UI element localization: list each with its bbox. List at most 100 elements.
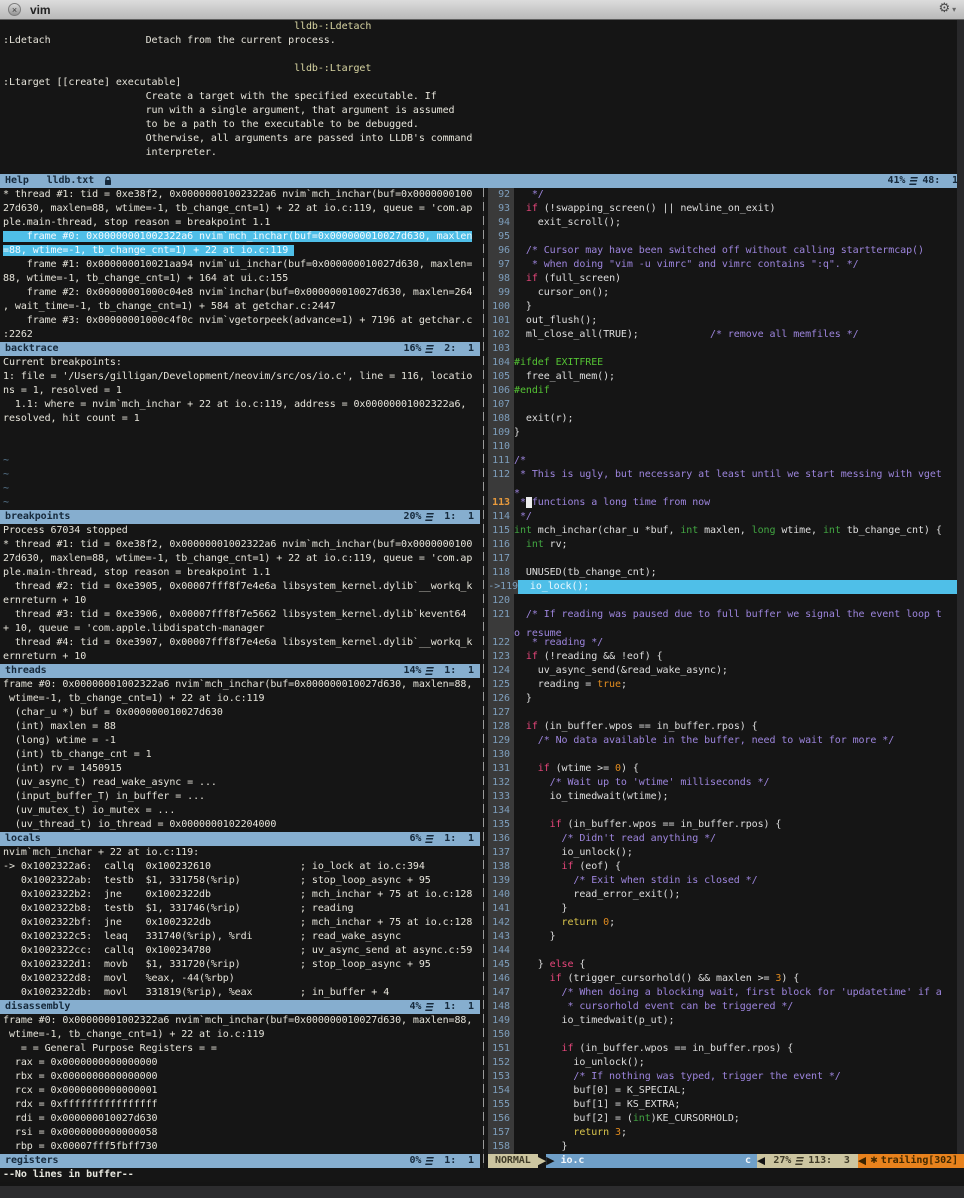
text-row[interactable]: 27d630, maxlen=88, wtime=-1, tb_change_c… xyxy=(0,552,480,566)
text-row[interactable]: 136 /* Didn't read anything */ xyxy=(488,832,964,846)
text-row[interactable]: 157 return 3; xyxy=(488,1126,964,1140)
text-row[interactable]: rbx = 0x0000000000000000 xyxy=(0,1070,480,1084)
text-row[interactable]: :2262 xyxy=(0,328,480,342)
text-row[interactable]: = = General Purpose Registers = = xyxy=(0,1042,480,1056)
current-pc-line[interactable]: ->119 io_lock(); xyxy=(488,580,964,594)
text-row[interactable]: (int) maxlen = 88 xyxy=(0,720,480,734)
text-row[interactable] xyxy=(0,440,480,454)
text-row[interactable] xyxy=(0,426,480,440)
text-row[interactable]: 124 uv_async_send(&read_wake_async); xyxy=(488,664,964,678)
text-row[interactable]: 129 /* No data available in the buffer, … xyxy=(488,734,964,748)
text-row[interactable]: rdx = 0xffffffffffffffff xyxy=(0,1098,480,1112)
text-row[interactable]: 1.1: where = nvim`mch_inchar + 22 at io.… xyxy=(0,398,480,412)
text-row[interactable]: ~ xyxy=(0,454,480,468)
text-row[interactable]: 0x1002322d8: movl %eax, -44(%rbp) xyxy=(0,972,480,986)
text-row[interactable]: 95 xyxy=(488,230,964,244)
text-row[interactable]: Create a target with the specified execu… xyxy=(3,90,964,104)
text-row[interactable]: ernreturn + 10 xyxy=(0,594,480,608)
text-row[interactable]: Otherwise, all arguments are passed into… xyxy=(3,132,964,146)
text-row[interactable]: rbp = 0x00007fff5fbff730 xyxy=(0,1140,480,1154)
text-row[interactable]: rax = 0x0000000000000000 xyxy=(0,1056,480,1070)
text-row[interactable]: 99 cursor_on(); xyxy=(488,286,964,300)
text-row[interactable]: 135 if (in_buffer.wpos == in_buffer.rpos… xyxy=(488,818,964,832)
text-row[interactable]: 117 xyxy=(488,552,964,566)
text-row[interactable]: (char_u *) buf = 0x000000010027d630 xyxy=(0,706,480,720)
text-row[interactable]: lldb-:Ldetach xyxy=(3,20,964,34)
text-row[interactable]: rcx = 0x0000000000000001 xyxy=(0,1084,480,1098)
registers-statusbar[interactable]: registers0% 1: 1 xyxy=(0,1154,480,1168)
text-row[interactable]: run with a single argument, that argumen… xyxy=(3,104,964,118)
text-row[interactable]: nvim`mch_inchar + 22 at io.c:119: xyxy=(0,846,480,860)
text-row[interactable]: 88, wtime=-1, tb_change_cnt=1) + 164 at … xyxy=(0,272,480,286)
text-row[interactable]: 0x1002322b8: testb $1, 331746(%rip) ; re… xyxy=(0,902,480,916)
text-row[interactable]: 0x1002322c5: leaq 331740(%rip), %rdi ; r… xyxy=(0,930,480,944)
text-row[interactable]: 141 } xyxy=(488,902,964,916)
locals-statusbar[interactable]: locals6% 1: 1 xyxy=(0,832,480,846)
text-row[interactable]: 138 if (eof) { xyxy=(488,860,964,874)
text-row[interactable]: 150 xyxy=(488,1028,964,1042)
text-row[interactable]: rdi = 0x000000010027d630 xyxy=(0,1112,480,1126)
text-row[interactable]: 143 } xyxy=(488,930,964,944)
text-row[interactable]: 106#endif xyxy=(488,384,964,398)
threads-buffer-pane[interactable]: Process 67034 stopped* thread #1: tid = … xyxy=(0,524,480,664)
text-row[interactable]: 127 xyxy=(488,706,964,720)
text-row[interactable] xyxy=(3,48,964,62)
text-row[interactable]: * thread #1: tid = 0xe38f2, 0x0000000100… xyxy=(0,188,480,202)
vertical-split-separator[interactable] xyxy=(480,188,488,1168)
text-row[interactable]: thread #4: tid = 0xe3907, 0x00007fff8f7e… xyxy=(0,636,480,650)
window-titlebar[interactable]: × vim ⚙▾ xyxy=(0,0,964,20)
airline-statusline[interactable]: NORMAL ▶ ▶ io.cc ◀ 27%113: 3 ◀ ✱trailing… xyxy=(488,1154,964,1168)
text-row[interactable]: 145 } else { xyxy=(488,958,964,972)
text-row[interactable]: frame #0: 0x00000001002322a6 nvim`mch_in… xyxy=(0,678,480,692)
text-row[interactable]: 108 exit(r); xyxy=(488,412,964,426)
text-row[interactable]: ple.main-thread, stop reason = breakpoin… xyxy=(0,566,480,580)
text-row[interactable]: 122 * reading */ xyxy=(488,636,964,650)
text-row[interactable]: 146 if (trigger_cursorhold() && maxlen >… xyxy=(488,972,964,986)
text-row[interactable]: 0x1002322ab: testb $1, 331758(%rip) ; st… xyxy=(0,874,480,888)
text-row[interactable]: frame #3: 0x00000001000c4f0c nvim`vgetor… xyxy=(0,314,480,328)
text-row[interactable]: :Ltarget [[create] executable] xyxy=(3,76,964,90)
registers-buffer-pane[interactable]: frame #0: 0x00000001002322a6 nvim`mch_in… xyxy=(0,1014,480,1154)
text-row[interactable]: 142 return 0; xyxy=(488,916,964,930)
text-row[interactable]: frame #0: 0x00000001002322a6 nvim`mch_in… xyxy=(0,1014,480,1028)
text-row[interactable]: 123 if (!reading && !eof) { xyxy=(488,650,964,664)
text-row[interactable]: 96 /* Cursor may have been switched off … xyxy=(488,244,964,258)
text-row[interactable]: 154 buf[0] = K_SPECIAL; xyxy=(488,1084,964,1098)
gear-icon[interactable]: ⚙▾ xyxy=(938,2,956,17)
text-row[interactable]: 137 io_unlock(); xyxy=(488,846,964,860)
text-row[interactable]: 102 ml_close_all(TRUE); /* remove all me… xyxy=(488,328,964,342)
text-row[interactable]: 139 /* Exit when stdin is closed */ xyxy=(488,874,964,888)
text-row[interactable]: 144 xyxy=(488,944,964,958)
text-row[interactable]: thread #2: tid = 0xe3905, 0x00007fff8f7e… xyxy=(0,580,480,594)
text-row[interactable]: 104#ifdef EXITFREE xyxy=(488,356,964,370)
text-row[interactable]: ~ xyxy=(0,496,480,510)
text-row[interactable]: 116 int rv; xyxy=(488,538,964,552)
text-row[interactable]: (input_buffer_T) in_buffer = ... xyxy=(0,790,480,804)
text-row[interactable]: 115int mch_inchar(char_u *buf, int maxle… xyxy=(488,524,964,538)
text-row[interactable]: 121 /* If reading was paused due to full… xyxy=(488,608,964,622)
text-row[interactable]: thread #3: tid = 0xe3906, 0x00007fff8f7e… xyxy=(0,608,480,622)
text-row[interactable]: 0x1002322bf: jne 0x1002322db ; mch_incha… xyxy=(0,916,480,930)
text-row[interactable]: resolved, hit count = 1 xyxy=(0,412,480,426)
text-row[interactable]: (uv_async_t) read_wake_async = ... xyxy=(0,776,480,790)
text-row[interactable]: 0x1002322b2: jne 0x1002322db ; mch_incha… xyxy=(0,888,480,902)
text-row[interactable]: ernreturn + 10 xyxy=(0,650,480,664)
breakpoints-buffer-pane[interactable]: Current breakpoints:1: file = '/Users/gi… xyxy=(0,356,480,510)
text-row[interactable]: 125 reading = true; xyxy=(488,678,964,692)
text-row[interactable]: 105 free_all_mem(); xyxy=(488,370,964,384)
close-icon[interactable]: × xyxy=(8,3,21,16)
text-row[interactable]: 158 } xyxy=(488,1140,964,1154)
text-row[interactable]: lldb-:Ltarget xyxy=(3,62,964,76)
text-row[interactable]: (int) tb_change_cnt = 1 xyxy=(0,748,480,762)
text-row[interactable]: 156 buf[2] = (int)KE_CURSORHOLD; xyxy=(488,1112,964,1126)
text-row[interactable]: 151 if (in_buffer.wpos == in_buffer.rpos… xyxy=(488,1042,964,1056)
text-row[interactable]: frame #1: 0x000000010021aa94 nvim`ui_inc… xyxy=(0,258,480,272)
text-row[interactable]: 109} xyxy=(488,426,964,440)
text-row[interactable]: 94 exit_scroll(); xyxy=(488,216,964,230)
text-row[interactable]: 128 if (in_buffer.wpos == in_buffer.rpos… xyxy=(488,720,964,734)
text-row[interactable]: 118 UNUSED(tb_change_cnt); xyxy=(488,566,964,580)
text-row[interactable]: 155 buf[1] = KS_EXTRA; xyxy=(488,1098,964,1112)
text-row[interactable]: 111/* xyxy=(488,454,964,468)
text-row[interactable]: 110 xyxy=(488,440,964,454)
text-row[interactable]: ple.main-thread, stop reason = breakpoin… xyxy=(0,216,480,230)
